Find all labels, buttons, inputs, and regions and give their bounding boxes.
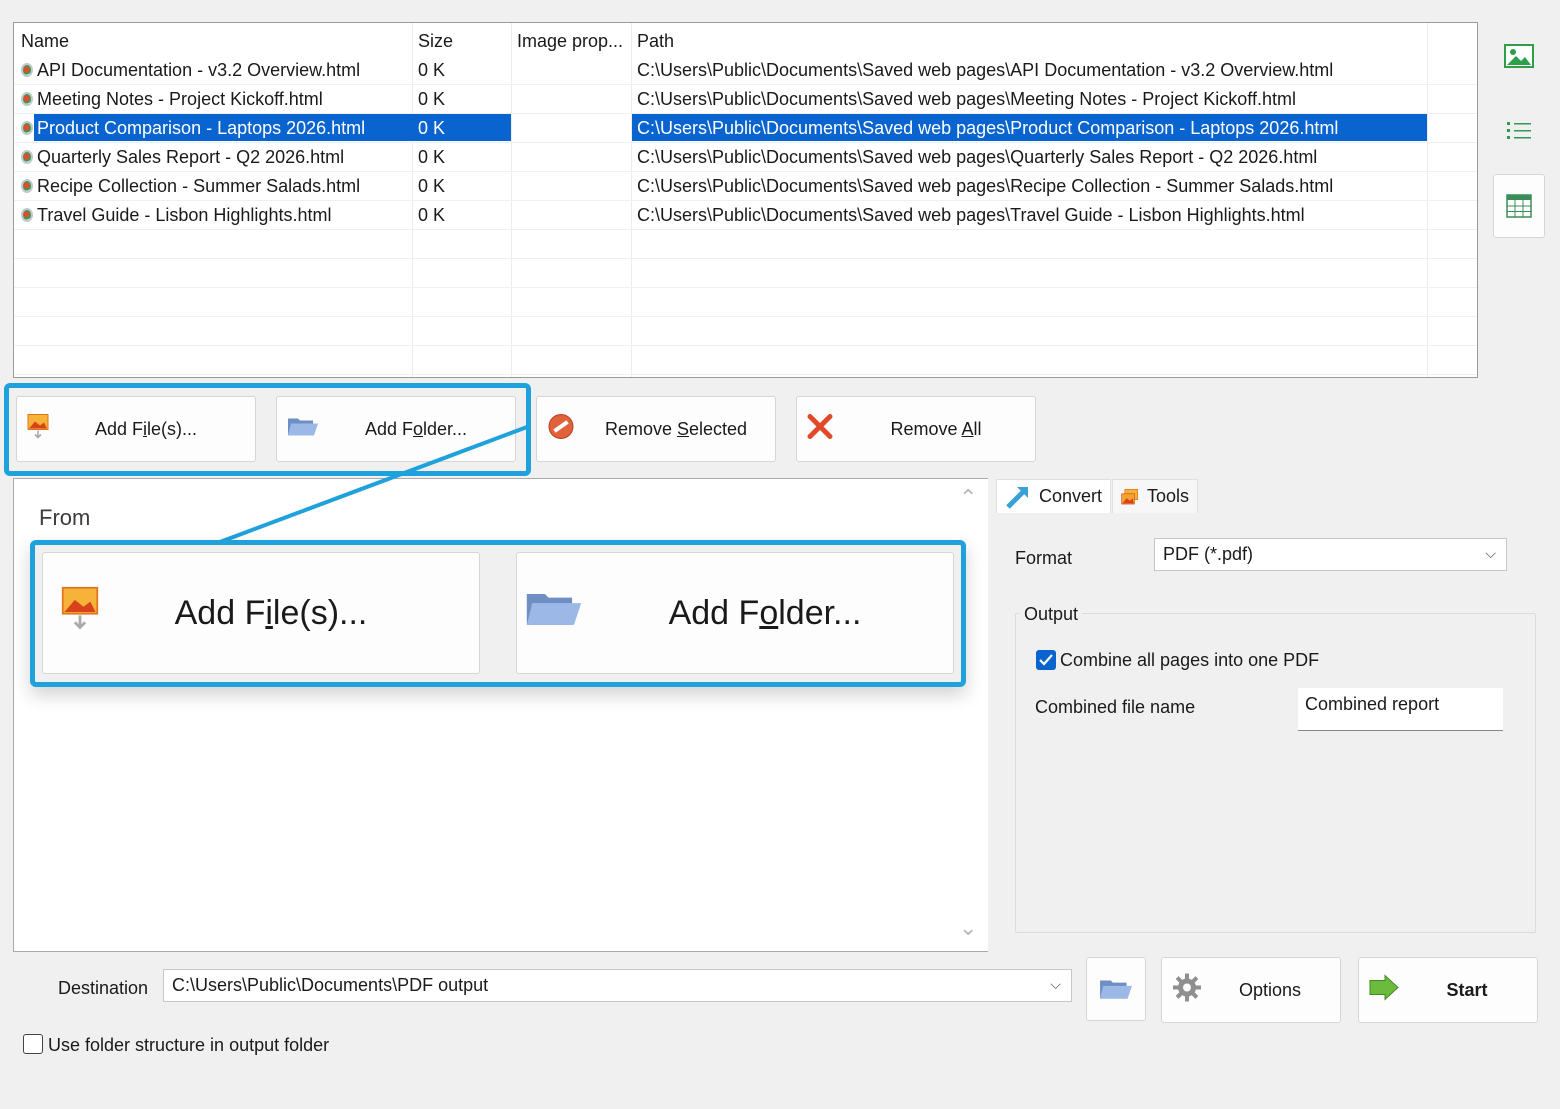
remove-selected-label: Remove Selected	[604, 418, 748, 439]
remove-all-label: Remove All	[890, 418, 982, 439]
chevron-down-icon: ⌵	[1050, 976, 1061, 992]
destination-value: C:\Users\Public\Documents\PDF output	[172, 975, 489, 995]
remove-icon	[547, 413, 575, 446]
cell-path: C:\Users\Public\Documents\Saved web page…	[637, 60, 1334, 80]
combined-name-label: Combined file name	[1035, 697, 1196, 717]
start-button[interactable]: Start	[1358, 957, 1538, 1023]
cell-size: 0 K	[418, 147, 446, 167]
cell-size: 0 K	[418, 118, 446, 138]
convert-panel: Format PDF (*.pdf) ⌵ Output Combine all …	[996, 513, 1548, 952]
start-label: Start	[1446, 979, 1488, 1000]
thumbnail-view-icon	[1504, 44, 1534, 68]
folder-icon	[1100, 980, 1132, 999]
options-button[interactable]: Options	[1161, 957, 1341, 1023]
cell-path: C:\Users\Public\Documents\Saved web page…	[637, 205, 1305, 225]
cell-name: API Documentation - v3.2 Overview.html	[37, 60, 361, 80]
tab-tools[interactable]: Tools	[1112, 479, 1198, 513]
zoom-highlight	[30, 540, 966, 687]
cell-path: C:\Users\Public\Documents\Saved web page…	[637, 89, 1296, 109]
html-file-icon	[21, 121, 33, 135]
destination-label: Destination	[58, 978, 149, 998]
cell-name: Meeting Notes - Project Kickoff.html	[37, 89, 323, 109]
cell-path: C:\Users\Public\Documents\Saved web page…	[637, 118, 1339, 138]
cell-size: 0 K	[418, 176, 446, 196]
from-title: From	[39, 505, 91, 530]
html-file-icon	[21, 92, 33, 106]
checkmark-icon	[1039, 654, 1053, 666]
table-header: Name Size Image prop... Path	[14, 23, 1477, 56]
tab-convert[interactable]: Convert	[996, 479, 1112, 513]
destination-combobox[interactable]: C:\Users\Public\Documents\PDF output ⌵	[163, 969, 1072, 1002]
scroll-up-icon[interactable]: ⌃	[959, 485, 977, 511]
list-view-icon	[1507, 122, 1531, 139]
tab-convert-label: Convert	[1039, 486, 1103, 506]
column-header-size[interactable]: Size	[418, 31, 453, 52]
html-file-icon	[21, 63, 33, 77]
combined-name-input[interactable]: Combined report	[1298, 688, 1503, 731]
remove-all-button[interactable]: Remove All	[796, 396, 1036, 462]
format-value: PDF (*.pdf)	[1163, 544, 1254, 564]
tools-images-icon	[1121, 488, 1139, 504]
combine-label[interactable]: Combine all pages into one PDF	[1060, 650, 1319, 671]
scroll-down-icon[interactable]: ⌄	[959, 915, 977, 941]
column-header-name[interactable]: Name	[21, 31, 69, 52]
remove-selected-button[interactable]: Remove Selected	[536, 396, 776, 462]
table-row[interactable]: Product Comparison - Laptops 2026.html 0 …	[14, 114, 1477, 143]
table-view-button[interactable]	[1493, 174, 1545, 238]
cell-path: C:\Users\Public\Documents\Saved web page…	[637, 176, 1334, 196]
table-row[interactable]: Travel Guide - Lisbon Highlights.html 0 K…	[14, 201, 1477, 230]
thumbnail-view-button[interactable]	[1493, 24, 1545, 88]
html-file-icon	[21, 150, 33, 164]
list-view-button[interactable]	[1493, 99, 1545, 163]
file-list-table[interactable]: Name Size Image prop... Path API Documen…	[13, 22, 1478, 378]
gear-icon	[1172, 973, 1202, 1008]
table-row[interactable]: Quarterly Sales Report - Q2 2026.html 0 K…	[14, 143, 1477, 172]
table-row[interactable]: Meeting Notes - Project Kickoff.html 0 K C…	[14, 85, 1477, 114]
close-icon	[807, 414, 833, 445]
cell-path: C:\Users\Public\Documents\Saved web page…	[637, 147, 1318, 167]
folder-structure-label[interactable]: Use folder structure in output folder	[48, 1035, 329, 1056]
cell-name: Product Comparison - Laptops 2026.html	[37, 118, 366, 138]
cell-name: Recipe Collection - Summer Salads.html	[37, 176, 361, 196]
combine-checkbox[interactable]	[1036, 650, 1056, 670]
start-arrow-icon	[1369, 974, 1399, 1006]
folder-structure-checkbox[interactable]	[23, 1034, 43, 1054]
cell-size: 0 K	[418, 89, 446, 109]
toolbar-highlight	[4, 383, 531, 476]
convert-arrow-icon	[1006, 486, 1028, 509]
column-header-image-props[interactable]: Image prop...	[517, 31, 623, 52]
html-file-icon	[21, 208, 33, 222]
browse-destination-button[interactable]	[1086, 957, 1146, 1021]
cell-name: Quarterly Sales Report - Q2 2026.html	[37, 147, 345, 167]
tab-tools-label: Tools	[1146, 486, 1189, 506]
column-header-path[interactable]: Path	[637, 31, 674, 52]
format-select[interactable]: PDF (*.pdf) ⌵	[1154, 538, 1507, 571]
output-group-label: Output	[1020, 604, 1083, 625]
cell-size: 0 K	[418, 205, 446, 225]
format-label: Format	[1015, 548, 1073, 568]
cell-size: 0 K	[418, 60, 446, 80]
cell-name: Travel Guide - Lisbon Highlights.html	[37, 205, 332, 225]
table-row[interactable]: API Documentation - v3.2 Overview.html 0 …	[14, 56, 1477, 85]
chevron-down-icon: ⌵	[1485, 545, 1496, 561]
table-view-icon	[1506, 194, 1532, 218]
table-row[interactable]: Recipe Collection - Summer Salads.html 0 …	[14, 172, 1477, 201]
options-label: Options	[1238, 979, 1302, 1000]
html-file-icon	[21, 179, 33, 193]
